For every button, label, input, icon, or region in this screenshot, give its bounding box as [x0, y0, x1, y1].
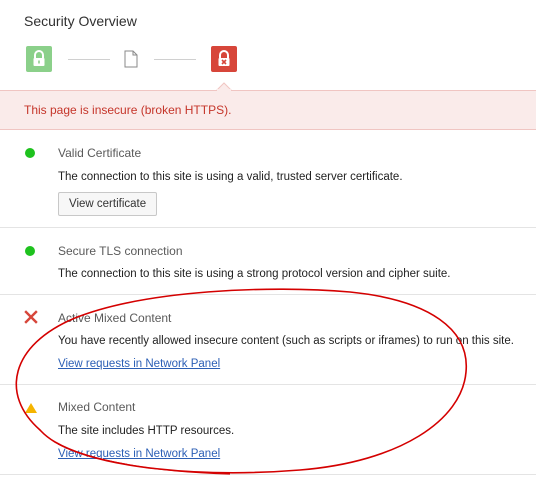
lock-broken-icon	[211, 46, 237, 72]
red-x-icon	[24, 310, 38, 324]
section-description: The connection to this site is using a s…	[58, 268, 451, 280]
section-title: Mixed Content	[58, 400, 136, 414]
section-description: The connection to this site is using a v…	[58, 171, 403, 183]
chain-connector	[68, 59, 110, 60]
section-valid-certificate: Valid Certificate The connection to this…	[0, 130, 536, 228]
banner-text: This page is insecure (broken HTTPS).	[24, 103, 232, 117]
security-chain	[0, 46, 536, 78]
section-title: Active Mixed Content	[58, 311, 172, 325]
view-requests-link[interactable]: View requests in Network Panel	[58, 358, 220, 370]
chain-connector	[154, 59, 196, 60]
security-panel: Security Overview This page is insecure …	[0, 0, 536, 482]
section-title: Secure TLS connection	[58, 244, 183, 258]
lock-closed-icon	[26, 46, 52, 72]
green-dot-icon	[25, 148, 35, 158]
panel-title: Security Overview	[24, 13, 137, 29]
security-banner: This page is insecure (broken HTTPS).	[0, 90, 536, 130]
document-icon	[124, 50, 138, 68]
view-certificate-button[interactable]: View certificate	[58, 192, 158, 216]
pointer-joint	[217, 89, 231, 92]
section-title: Valid Certificate	[58, 146, 142, 160]
green-dot-icon	[25, 246, 35, 256]
warning-triangle-icon	[25, 403, 37, 413]
section-mixed-content: Mixed Content The site includes HTTP res…	[0, 385, 536, 475]
section-description: You have recently allowed insecure conte…	[58, 335, 514, 347]
section-secure-tls: Secure TLS connection The connection to …	[0, 228, 536, 295]
view-requests-link[interactable]: View requests in Network Panel	[58, 448, 220, 460]
section-active-mixed-content: Active Mixed Content You have recently a…	[0, 295, 536, 385]
section-description: The site includes HTTP resources.	[58, 425, 235, 437]
